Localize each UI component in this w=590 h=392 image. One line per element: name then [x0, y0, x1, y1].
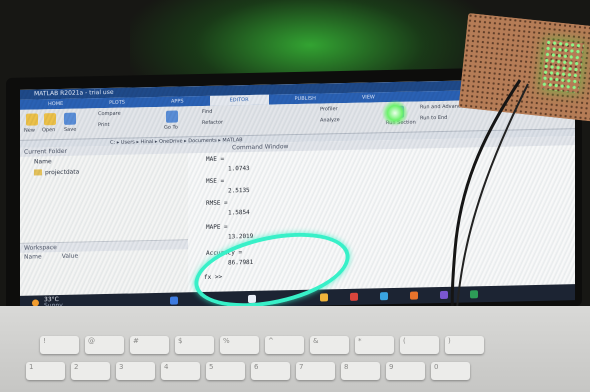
- key[interactable]: 9: [386, 362, 425, 380]
- key[interactable]: *: [355, 336, 394, 354]
- app-icon[interactable]: [440, 290, 448, 300]
- workspace-col-name[interactable]: Name: [24, 253, 42, 260]
- key[interactable]: ): [445, 336, 484, 354]
- perfboard-device: [458, 12, 590, 123]
- current-folder-pane: Current Folder Name projectdata Workspac…: [20, 144, 189, 296]
- new-icon: [26, 113, 38, 126]
- refactor-button[interactable]: Refactor: [202, 120, 223, 126]
- output-line: MAE =: [206, 155, 225, 163]
- keyboard: ! @ # $ % ^ & * ( ) 1 2 3 4 5 6 7 8 9 0: [0, 306, 590, 392]
- output-line: 2.5135: [228, 187, 250, 195]
- output-line: MAPE =: [206, 223, 228, 231]
- key[interactable]: %: [220, 336, 259, 354]
- profiler-button[interactable]: Profiler: [320, 106, 338, 112]
- goto-icon: [166, 110, 178, 123]
- app-icon[interactable]: [470, 290, 478, 299]
- output-line: 1.5854: [228, 209, 250, 217]
- save-icon: [64, 112, 76, 125]
- key[interactable]: 8: [341, 362, 380, 380]
- browser-icon[interactable]: [350, 292, 358, 301]
- workspace-col-value[interactable]: Value: [62, 253, 78, 260]
- output-line: 1.0743: [228, 165, 250, 173]
- find-button[interactable]: Find: [202, 109, 212, 115]
- output-line: 13.2019: [228, 232, 254, 241]
- key[interactable]: ^: [265, 336, 304, 354]
- led-matrix: [540, 39, 584, 93]
- folder-label: projectdata: [45, 168, 80, 177]
- file-explorer-icon[interactable]: [320, 293, 328, 302]
- start-icon[interactable]: [170, 296, 178, 305]
- key[interactable]: 6: [251, 362, 290, 380]
- key[interactable]: 1: [26, 362, 65, 380]
- photo-scene: MATLAB R2021a - trial use HOME PLOTS APP…: [0, 0, 590, 392]
- key[interactable]: 3: [116, 362, 155, 380]
- list-item[interactable]: projectdata: [20, 164, 188, 179]
- analyze-button[interactable]: Analyze: [320, 117, 340, 123]
- print-button[interactable]: Print: [98, 122, 110, 128]
- key[interactable]: 0: [431, 362, 470, 380]
- key[interactable]: 7: [296, 362, 335, 380]
- key[interactable]: #: [130, 336, 169, 354]
- new-button[interactable]: New: [24, 128, 35, 134]
- app-icon[interactable]: [380, 292, 388, 301]
- key[interactable]: 5: [206, 362, 245, 380]
- key[interactable]: @: [85, 336, 124, 354]
- run-to-end-button[interactable]: Run to End: [420, 115, 447, 122]
- status-led: [382, 100, 408, 126]
- key[interactable]: 2: [71, 362, 110, 380]
- key-row-top: ! @ # $ % ^ & * ( ): [40, 336, 484, 354]
- workspace-pane: Workspace Name Value: [20, 239, 188, 296]
- key-row-numbers: 1 2 3 4 5 6 7 8 9 0: [26, 362, 470, 380]
- save-button[interactable]: Save: [64, 127, 76, 133]
- key[interactable]: 4: [161, 362, 200, 380]
- key[interactable]: &: [310, 336, 349, 354]
- key[interactable]: $: [175, 336, 214, 354]
- folder-icon: [34, 169, 42, 176]
- goto-button[interactable]: Go To: [164, 125, 178, 131]
- compare-button[interactable]: Compare: [98, 111, 121, 117]
- key[interactable]: (: [400, 336, 439, 354]
- run-advance-button[interactable]: Run and Advance: [420, 104, 464, 111]
- open-icon: [44, 113, 56, 126]
- output-line: MSE =: [206, 177, 225, 185]
- key[interactable]: !: [40, 336, 79, 354]
- matlab-icon[interactable]: [410, 291, 418, 300]
- output-line: RMSE =: [206, 199, 228, 207]
- open-button[interactable]: Open: [42, 127, 55, 133]
